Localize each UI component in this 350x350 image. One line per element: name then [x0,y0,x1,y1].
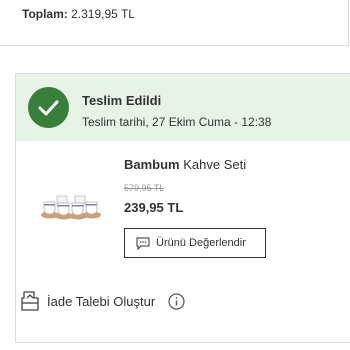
product-title[interactable]: Bambum Kahve Seti [124,157,246,172]
comment-icon [136,237,150,255]
product-name: Kahve Seti [183,157,247,172]
return-request-label: İade Talebi Oluştur [47,294,156,309]
order-summary-card: Toplam: 2.319,95 TL [0,0,349,46]
delivery-card: Teslim Edildi Teslim tarihi, 27 Ekim Cum… [15,73,350,343]
delivery-status-title: Teslim Edildi [82,93,162,108]
rate-product-button[interactable]: Ürünü Değerlendir [124,228,266,258]
product-image[interactable] [38,188,104,222]
delivery-status-banner: Teslim Edildi Teslim tarihi, 27 Ekim Cum… [16,74,350,141]
check-icon [28,87,69,128]
delivery-date: Teslim tarihi, 27 Ekim Cuma - 12:38 [82,115,272,129]
info-icon[interactable] [168,293,185,315]
return-box-icon [21,291,39,316]
product-old-price: 579,95 TL [124,183,165,193]
product-price: 239,95 TL [124,200,184,215]
rate-product-label: Ürünü Değerlendir [156,237,246,249]
order-total: Toplam: 2.319,95 TL [22,7,135,21]
create-return-request[interactable]: İade Talebi Oluştur [16,286,350,316]
total-value: 2.319,95 TL [71,7,135,21]
total-label: Toplam: [22,7,68,21]
product-brand: Bambum [124,157,180,172]
order-detail-page: Toplam: 2.319,95 TL Teslim Edildi Teslim… [0,0,350,350]
